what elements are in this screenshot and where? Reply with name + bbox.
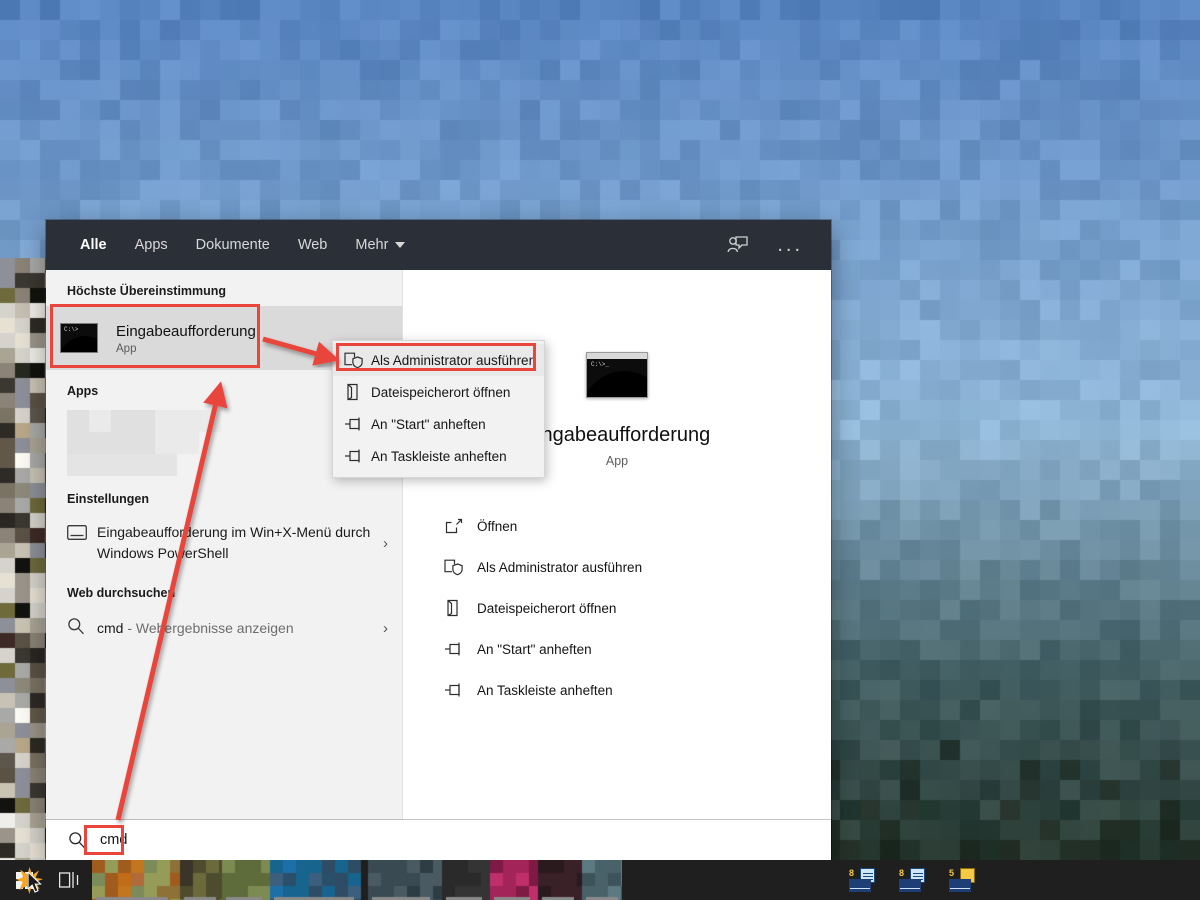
- context-menu-item-label: Dateispeicherort öffnen: [371, 385, 510, 400]
- spacer: [431, 665, 831, 674]
- apps-blurred-placeholder: [67, 410, 232, 478]
- document-bridge-icon: 8: [899, 868, 925, 892]
- desktop: Alle Apps Dokumente Web Mehr: [0, 0, 1200, 900]
- chevron-right-icon: ›: [375, 535, 388, 552]
- bridge-icon: [849, 879, 871, 892]
- preview-actions: Öffnen Als Administrator ausführen: [403, 510, 831, 706]
- web-result-label: cmd - Webergebnisse anzeigen: [97, 620, 375, 636]
- spacer: [431, 624, 831, 633]
- action-run-as-admin[interactable]: Als Administrator ausführen: [431, 551, 831, 583]
- icon-titlebar: [587, 353, 647, 359]
- web-suffix: - Webergebnisse anzeigen: [123, 620, 293, 636]
- background-window-sliver: [0, 258, 46, 860]
- pin-icon: [431, 682, 477, 698]
- action-label: An Taskleiste anheften: [477, 683, 613, 698]
- settings-heading: Einstellungen: [46, 478, 402, 514]
- search-icon: [67, 617, 97, 640]
- taskbar-search-box[interactable]: cmd: [46, 820, 831, 860]
- command-prompt-icon: C:\>: [60, 323, 98, 353]
- feedback-icon[interactable]: [727, 235, 749, 255]
- mouse-cursor: [28, 872, 44, 894]
- search-input[interactable]: cmd: [94, 831, 133, 849]
- document-app-3[interactable]: 5: [940, 860, 984, 900]
- action-pin-to-start[interactable]: An "Start" anheften: [431, 633, 831, 665]
- badge-count: 8: [899, 868, 904, 878]
- settings-tile-icon: [67, 522, 97, 545]
- prompt-glyph: C:\>_: [591, 361, 609, 368]
- action-open-file-location[interactable]: Dateispeicherort öffnen: [431, 592, 831, 624]
- settings-result-label: Eingabeaufforderung im Win+X-Menü durch …: [97, 522, 375, 564]
- header-actions: ...: [727, 235, 817, 255]
- bridge-icon: [899, 879, 921, 892]
- spacer: [431, 542, 831, 551]
- context-menu-item-run-as-admin[interactable]: Als Administrator ausführen: [333, 344, 544, 376]
- document-app-2[interactable]: 8: [890, 860, 934, 900]
- tab-apps[interactable]: Apps: [121, 220, 182, 270]
- prompt-glyph: C:\>: [64, 326, 78, 333]
- search-window: Alle Apps Dokumente Web Mehr: [46, 220, 831, 860]
- folder-open-icon: [431, 599, 477, 617]
- action-open[interactable]: Öffnen: [431, 510, 831, 542]
- pinned-app-icons-blurred[interactable]: [92, 860, 622, 900]
- badge-count: 8: [849, 868, 854, 878]
- document-bridge-icon: 8: [849, 868, 875, 892]
- search-header: Alle Apps Dokumente Web Mehr: [46, 220, 831, 270]
- pin-icon: [337, 416, 371, 432]
- context-menu-item-label: Als Administrator ausführen: [371, 353, 536, 368]
- tab-label: Web: [298, 237, 328, 253]
- action-pin-to-taskbar[interactable]: An Taskleiste anheften: [431, 674, 831, 706]
- folder-open-icon: [337, 383, 371, 401]
- tab-label: Mehr: [355, 237, 388, 253]
- result-text: Eingabeaufforderung App: [116, 322, 256, 355]
- shield-admin-icon: [431, 559, 477, 576]
- taskbar: 8 8 5: [0, 860, 1200, 900]
- context-menu-item-label: An Taskleiste anheften: [371, 449, 507, 464]
- pinned-apps: [92, 860, 622, 900]
- open-app-buttons: 8 8 5: [840, 860, 984, 900]
- command-prompt-icon: C:\>_: [586, 352, 648, 398]
- ellipsis-glyph: ...: [777, 240, 803, 250]
- tab-alle[interactable]: Alle: [66, 220, 121, 270]
- pin-icon: [337, 448, 371, 464]
- context-menu-item-label: An "Start" anheften: [371, 417, 486, 432]
- tab-web[interactable]: Web: [284, 220, 342, 270]
- pin-icon: [431, 641, 477, 657]
- task-view-button[interactable]: [48, 871, 92, 889]
- action-label: Dateispeicherort öffnen: [477, 601, 616, 616]
- result-subtitle: App: [116, 343, 256, 355]
- bridge-icon: [949, 879, 971, 892]
- globe-bridge-icon: 5: [949, 868, 975, 892]
- context-menu-item-pin-to-start[interactable]: An "Start" anheften: [333, 408, 544, 440]
- action-label: Öffnen: [477, 519, 517, 534]
- context-menu-item-open-file-location[interactable]: Dateispeicherort öffnen: [333, 376, 544, 408]
- web-result-item[interactable]: cmd - Webergebnisse anzeigen ›: [46, 608, 402, 648]
- task-view-icon: [59, 871, 81, 889]
- spacer: [431, 583, 831, 592]
- web-heading: Web durchsuchen: [46, 572, 402, 608]
- tab-label: Alle: [80, 237, 107, 253]
- best-match-heading: Höchste Übereinstimmung: [46, 270, 402, 306]
- action-label: Als Administrator ausführen: [477, 560, 642, 575]
- context-menu-item-pin-to-taskbar[interactable]: An Taskleiste anheften: [333, 440, 544, 472]
- tab-label: Apps: [135, 237, 168, 253]
- more-options-icon[interactable]: ...: [777, 240, 803, 250]
- search-icon: [60, 831, 94, 849]
- shield-admin-icon: [337, 352, 371, 369]
- tab-label: Dokumente: [196, 237, 270, 253]
- web-query: cmd: [97, 620, 123, 636]
- chevron-down-icon: [395, 242, 405, 248]
- chevron-right-icon: ›: [375, 620, 388, 637]
- badge-count: 5: [949, 868, 954, 878]
- tab-mehr[interactable]: Mehr: [341, 220, 419, 270]
- document-app-1[interactable]: 8: [840, 860, 884, 900]
- context-menu: Als Administrator ausführen Dateispeiche…: [332, 340, 545, 478]
- result-title: Eingabeaufforderung: [116, 322, 256, 341]
- open-icon: [431, 518, 477, 534]
- start-button[interactable]: [0, 860, 48, 900]
- search-input-value: cmd: [94, 829, 133, 851]
- action-label: An "Start" anheften: [477, 642, 592, 657]
- tab-dokumente[interactable]: Dokumente: [182, 220, 284, 270]
- search-tabs: Alle Apps Dokumente Web Mehr: [66, 220, 419, 270]
- settings-result-item[interactable]: Eingabeaufforderung im Win+X-Menü durch …: [46, 514, 402, 572]
